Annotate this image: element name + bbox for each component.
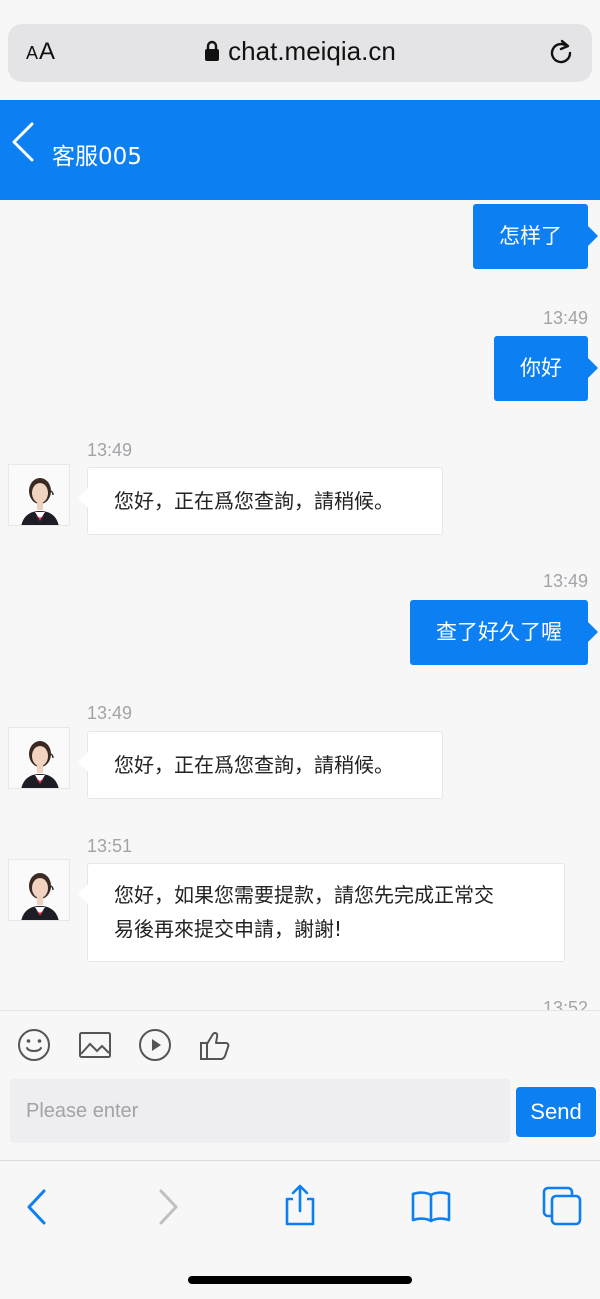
incoming-message: 您好，如果您需要提款，請您先完成正常交 易後再來提交申請，謝謝! xyxy=(78,863,565,962)
composer-toolbar xyxy=(0,1010,600,1080)
agent-avatar xyxy=(8,859,70,921)
video-icon[interactable] xyxy=(137,1027,173,1063)
image-icon[interactable] xyxy=(77,1027,113,1063)
incoming-message: 您好，正在爲您查詢，請稍候。 xyxy=(78,731,443,799)
message-timestamp: 13:49 xyxy=(87,440,133,460)
back-icon[interactable] xyxy=(24,1187,50,1231)
message-timestamp: 13:49 xyxy=(542,571,588,591)
address-bar[interactable]: AA chat.meiqia.cn xyxy=(8,24,592,82)
message-list[interactable]: 怎样了 13:49 你好 13:49 您好，正在爲您查詢，請稍候。 13:49 … xyxy=(0,200,600,1010)
url-display: chat.meiqia.cn xyxy=(8,36,592,69)
browser-top-bar: AA chat.meiqia.cn xyxy=(0,0,600,100)
chat-header: 客服005 xyxy=(0,100,600,200)
outgoing-message: 查了好久了喔 xyxy=(410,600,598,665)
message-line: 您好，如果您需要提款，請您先完成正常交 xyxy=(114,883,494,907)
lock-icon xyxy=(204,38,220,69)
bookmarks-icon[interactable] xyxy=(410,1189,452,1229)
composer: Send xyxy=(0,1076,600,1156)
reload-icon[interactable] xyxy=(546,38,576,72)
message-input[interactable] xyxy=(10,1079,510,1143)
share-icon[interactable] xyxy=(280,1183,320,1231)
emoji-icon[interactable] xyxy=(16,1027,52,1063)
incoming-message: 您好，正在爲您查詢，請稍候。 xyxy=(78,467,443,535)
url-text: chat.meiqia.cn xyxy=(228,36,396,66)
thumbs-up-icon[interactable] xyxy=(197,1027,233,1063)
agent-avatar xyxy=(8,727,70,789)
home-indicator xyxy=(188,1276,412,1284)
message-timestamp: 13:49 xyxy=(542,308,588,328)
tabs-icon[interactable] xyxy=(541,1185,583,1231)
message-timestamp: 13:52 xyxy=(542,998,588,1010)
send-button[interactable]: Send xyxy=(516,1087,596,1137)
forward-icon[interactable] xyxy=(155,1187,181,1231)
back-icon[interactable] xyxy=(10,120,36,168)
agent-avatar xyxy=(8,464,70,526)
message-line: 易後再來提交申請，謝謝! xyxy=(114,917,343,941)
agent-name: 客服005 xyxy=(52,144,142,170)
outgoing-message: 怎样了 xyxy=(473,204,598,269)
message-timestamp: 13:51 xyxy=(87,836,133,856)
message-timestamp: 13:49 xyxy=(87,703,133,723)
outgoing-message: 你好 xyxy=(494,336,598,401)
